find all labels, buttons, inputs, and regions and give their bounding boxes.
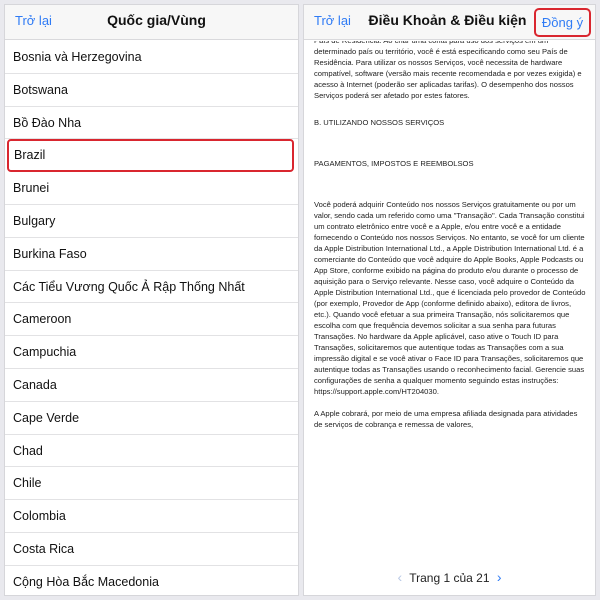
page-indicator: Trang 1 của 21 bbox=[409, 571, 490, 585]
terms-paragraph: A Apple cobrará, por meio de uma empresa… bbox=[314, 409, 578, 429]
country-row[interactable]: Cộng Hòa Bắc Macedonia bbox=[5, 566, 298, 595]
country-row[interactable]: Chad bbox=[5, 435, 298, 468]
terms-screen: Trở lại Điều Khoản & Điều kiện Đồng ý Pa… bbox=[303, 4, 596, 596]
country-row[interactable]: Bulgary bbox=[5, 205, 298, 238]
terms-text[interactable]: País de Residência. Ao criar uma conta p… bbox=[304, 41, 595, 555]
country-row[interactable]: Canada bbox=[5, 369, 298, 402]
country-row[interactable]: Botswana bbox=[5, 74, 298, 107]
country-row[interactable]: Cape Verde bbox=[5, 402, 298, 435]
terms-paragraph: Você poderá adquirir Conteúdo nos nossos… bbox=[314, 200, 586, 396]
right-navbar: Trở lại Điều Khoản & Điều kiện Đồng ý bbox=[304, 5, 595, 40]
country-row[interactable]: Bồ Đào Nha bbox=[5, 107, 298, 140]
country-row[interactable]: Costa Rica bbox=[5, 533, 298, 566]
country-row[interactable]: Các Tiểu Vương Quốc Ả Rập Thống Nhất bbox=[5, 271, 298, 304]
country-row[interactable]: Campuchia bbox=[5, 336, 298, 369]
terms-paragraph: País de Residência. Ao criar uma conta p… bbox=[314, 41, 582, 100]
left-navbar: Trở lại Quốc gia/Vùng bbox=[5, 5, 298, 40]
left-back-button[interactable]: Trở lại bbox=[15, 13, 52, 28]
country-row[interactable]: Burkina Faso bbox=[5, 238, 298, 271]
agree-button[interactable]: Đồng ý bbox=[534, 8, 591, 37]
country-row-selected[interactable]: Brazil bbox=[7, 139, 294, 173]
right-back-button[interactable]: Trở lại bbox=[314, 13, 351, 28]
terms-section-heading: B. UTILIZANDO NOSSOS SERVIÇOS bbox=[314, 118, 445, 127]
chevron-right-icon[interactable]: › bbox=[493, 569, 506, 585]
country-row[interactable]: Cameroon bbox=[5, 303, 298, 337]
country-list: Bosnia và Herzegovina Botswana Bồ Đào Nha B… bbox=[5, 41, 298, 595]
chevron-left-icon[interactable]: ‹ bbox=[393, 569, 406, 585]
country-row[interactable]: Bosnia và Herzegovina bbox=[5, 41, 298, 74]
pager: ‹ Trang 1 của 21 › bbox=[304, 567, 595, 587]
terms-section-heading: PAGAMENTOS, IMPOSTOS E REEMBOLSOS bbox=[314, 159, 474, 168]
country-row[interactable]: Chile bbox=[5, 467, 298, 501]
country-row[interactable]: Brunei bbox=[5, 172, 298, 205]
country-row[interactable]: Colombia bbox=[5, 500, 298, 533]
country-region-screen: Trở lại Quốc gia/Vùng Bosnia và Herzegov… bbox=[4, 4, 299, 596]
